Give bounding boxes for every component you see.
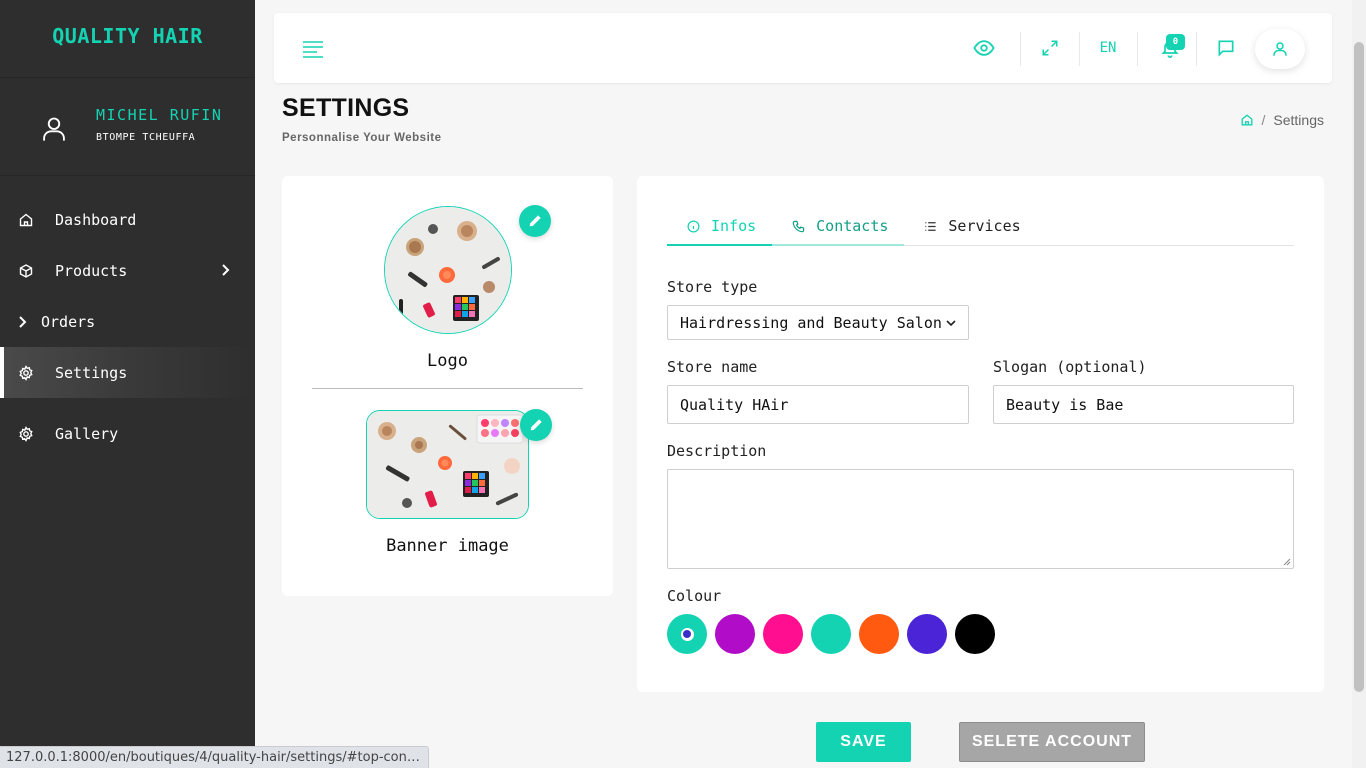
breadcrumb-separator: /	[1261, 112, 1266, 128]
media-card: Logo Banner image	[282, 176, 613, 596]
page-title: SETTINGS	[282, 94, 410, 122]
user-icon	[1273, 42, 1287, 56]
sidebar-item-label: Settings	[55, 363, 128, 382]
info-icon	[687, 220, 700, 233]
language-switch[interactable]: EN	[1092, 13, 1124, 83]
sidebar-nav: Dashboard Products Orders Settings Galle…	[0, 194, 255, 459]
description-label: Description	[667, 442, 767, 460]
scrollbar[interactable]	[1352, 0, 1366, 768]
page-subtitle: Personnalise Your Website	[282, 132, 442, 144]
logo-image[interactable]	[384, 206, 512, 334]
settings-form-card: Infos Contacts Services Store type Haird…	[637, 176, 1324, 692]
sidebar-item-label: Dashboard	[55, 210, 137, 229]
top-bar: EN 0	[274, 13, 1332, 83]
slogan-label: Slogan (optional)	[993, 358, 1147, 376]
topbar-divider	[1137, 32, 1138, 66]
chevron-down-icon	[946, 320, 956, 327]
logo-label: Logo	[427, 351, 468, 371]
user-menu-button[interactable]	[1255, 29, 1305, 69]
box-icon	[18, 263, 34, 279]
colour-swatch[interactable]	[907, 614, 947, 654]
chevron-right-icon	[222, 264, 230, 276]
home-icon[interactable]	[1240, 113, 1254, 127]
brand-name[interactable]: QUALITY HAIR	[52, 24, 203, 48]
fullscreen-icon[interactable]	[1036, 13, 1064, 83]
cosmetics-flatlay-image	[367, 411, 528, 518]
user-profile: MICHEL RUFIN BTOMPE TCHEUFFA	[0, 78, 255, 176]
brand[interactable]: QUALITY HAIR	[0, 0, 255, 78]
save-button[interactable]: SAVE	[816, 722, 911, 762]
tab-infos[interactable]: Infos	[667, 208, 773, 246]
store-name-input[interactable]: Quality HAir	[667, 385, 969, 424]
chat-icon[interactable]	[1212, 13, 1240, 83]
store-name-label: Store name	[667, 358, 758, 376]
user-icon	[43, 117, 65, 141]
store-type-select[interactable]: Hairdressing and Beauty Salon	[667, 305, 969, 340]
resize-handle-icon[interactable]	[1283, 558, 1291, 566]
delete-account-button[interactable]: SELETE ACCOUNT	[959, 722, 1145, 762]
colour-swatch[interactable]	[763, 614, 803, 654]
colour-label: Colour	[667, 587, 722, 605]
sidebar-item-label: Gallery	[55, 424, 119, 443]
phone-icon	[792, 220, 805, 233]
colour-swatch[interactable]	[811, 614, 851, 654]
gear-icon	[18, 364, 34, 381]
sidebar-item-label: Orders	[41, 312, 96, 331]
breadcrumb: / Settings	[1240, 112, 1324, 128]
user-last-name: BTOMPE TCHEUFFA	[96, 132, 196, 143]
store-type-value: Hairdressing and Beauty Salon	[680, 313, 942, 332]
banner-image[interactable]	[366, 410, 529, 519]
colour-swatch[interactable]	[859, 614, 899, 654]
user-first-name: MICHEL RUFIN	[96, 106, 223, 124]
sidebar-item-label: Products	[55, 261, 128, 280]
tab-label: Services	[948, 217, 1021, 235]
sidebar-item-products[interactable]: Products	[0, 245, 255, 296]
colour-swatch[interactable]	[955, 614, 995, 654]
list-icon	[924, 220, 937, 233]
tab-services[interactable]: Services	[904, 208, 1036, 246]
store-type-label: Store type	[667, 278, 758, 296]
divider	[312, 388, 583, 389]
gear-icon	[18, 425, 34, 442]
topbar-divider	[1079, 32, 1080, 66]
colour-picker	[667, 614, 1003, 654]
topbar-divider	[1196, 32, 1197, 66]
settings-tabs: Infos Contacts Services	[667, 208, 1294, 246]
chevron-right-icon	[14, 314, 30, 330]
radio-selected-icon	[680, 627, 694, 641]
pencil-icon	[530, 419, 542, 431]
edit-logo-button[interactable]	[519, 205, 551, 237]
status-bar-url: 127.0.0.1:8000/en/boutiques/4/quality-ha…	[0, 746, 429, 768]
notification-badge: 0	[1166, 34, 1185, 50]
colour-swatch[interactable]	[715, 614, 755, 654]
menu-toggle-icon[interactable]	[302, 40, 324, 58]
preview-eye-icon[interactable]	[968, 13, 1000, 83]
colour-swatch-selected[interactable]	[667, 614, 707, 654]
tab-label: Infos	[711, 217, 757, 235]
cosmetics-flatlay-image	[385, 207, 511, 333]
topbar-divider	[1020, 32, 1021, 66]
edit-banner-button[interactable]	[520, 409, 552, 441]
home-icon	[18, 212, 34, 228]
pencil-icon	[529, 215, 541, 227]
sidebar-item-orders[interactable]: Orders	[0, 296, 255, 347]
sidebar: QUALITY HAIR MICHEL RUFIN BTOMPE TCHEUFF…	[0, 0, 255, 768]
description-textarea[interactable]	[667, 469, 1294, 569]
scrollbar-thumb[interactable]	[1354, 42, 1364, 692]
tab-contacts[interactable]: Contacts	[772, 208, 905, 246]
breadcrumb-current: Settings	[1273, 112, 1324, 128]
banner-label: Banner image	[386, 536, 509, 556]
slogan-input[interactable]: Beauty is Bae	[993, 385, 1294, 424]
tab-label: Contacts	[816, 217, 889, 235]
sidebar-item-gallery[interactable]: Gallery	[0, 408, 255, 459]
sidebar-item-dashboard[interactable]: Dashboard	[0, 194, 255, 245]
sidebar-item-settings[interactable]: Settings	[0, 347, 255, 398]
